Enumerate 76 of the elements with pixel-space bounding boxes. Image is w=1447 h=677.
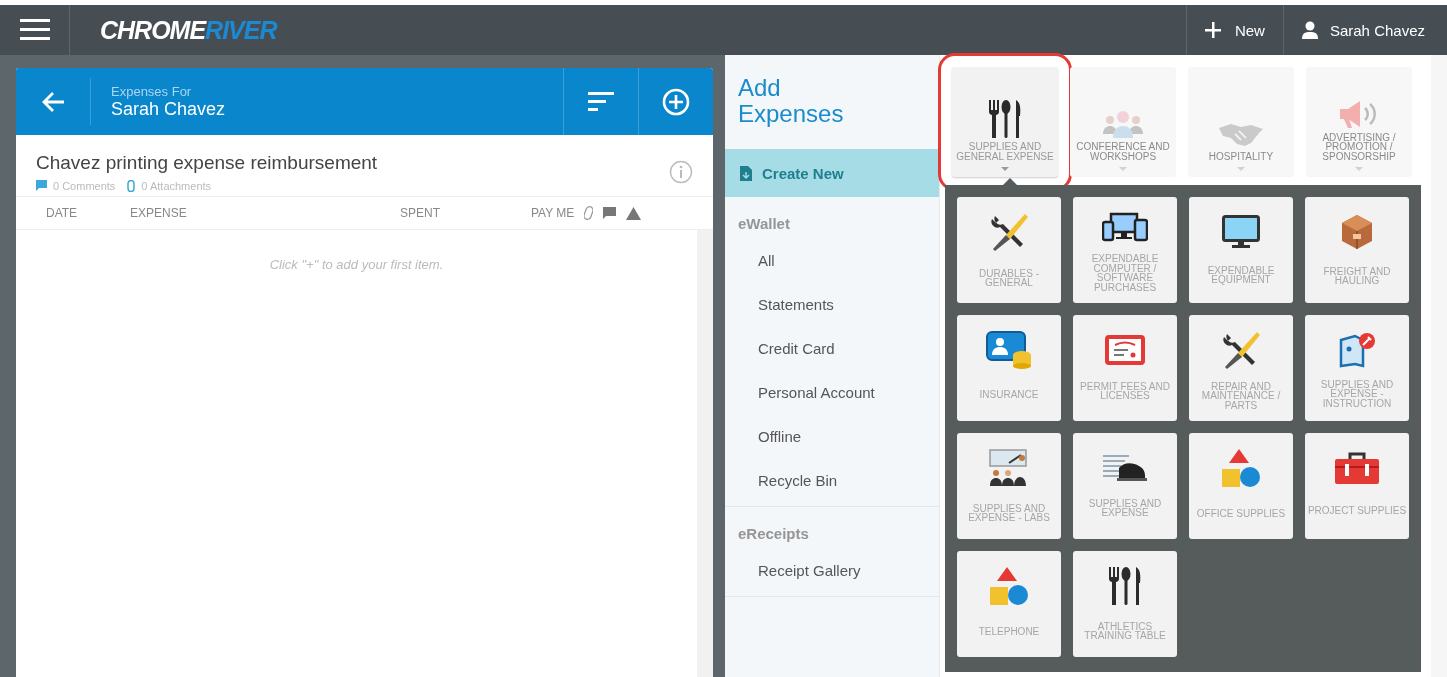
utensils-icon — [1107, 567, 1143, 605]
box-icon — [1340, 214, 1374, 250]
tools-icon — [989, 212, 1029, 252]
subcategory-tile[interactable]: INSURANCE — [957, 315, 1061, 421]
sidebar-item[interactable]: Recycle Bin — [725, 458, 939, 502]
warning-icon — [626, 206, 642, 220]
column-header: EXPENSE — [130, 206, 188, 220]
caret-icon — [1237, 167, 1245, 171]
stapler-icon — [1103, 454, 1147, 482]
classroom-icon — [989, 449, 1029, 487]
subcategory-tile[interactable]: DURABLES - GENERAL — [957, 197, 1061, 303]
section-label: eReceipts — [737, 525, 810, 544]
toolbox-icon — [1334, 451, 1380, 485]
plus-icon — [1204, 22, 1221, 38]
sidebar-item[interactable]: Statements — [725, 282, 939, 326]
back-arrow-icon — [41, 90, 65, 113]
category-tile[interactable]: HOSPITALITY — [1188, 67, 1294, 177]
sidebar-item[interactable]: Offline — [725, 414, 939, 458]
sidebar-item[interactable]: Credit Card — [725, 326, 939, 370]
sidebar-item[interactable]: All — [725, 238, 939, 282]
comments-count: 0 Comments — [53, 179, 116, 192]
monitor-icon — [1222, 215, 1260, 249]
caret-icon — [1119, 167, 1127, 171]
add-circle-icon — [662, 87, 690, 116]
empty-message: Click "+" to add your first item. — [269, 257, 444, 272]
scrollbar[interactable] — [697, 230, 713, 677]
utensils-icon — [987, 100, 1023, 138]
report-title: Chavez printing expense reimbursement — [36, 151, 378, 174]
id-card-coins-icon — [986, 331, 1032, 369]
sort-icon — [588, 91, 614, 112]
menu-icon — [19, 19, 50, 41]
handshake-icon — [1219, 121, 1263, 148]
user-icon — [1301, 21, 1318, 39]
subcategory-tile[interactable]: FREIGHT AND HAULING — [1305, 197, 1409, 303]
tools-icon — [1221, 329, 1261, 370]
subcategory-tile[interactable]: ATHLETICS TRAINING TABLE — [1073, 551, 1177, 657]
people-icon — [1103, 110, 1143, 138]
shapes-icon — [1221, 448, 1261, 488]
subcategory-tile[interactable]: SUPPLIES AND EXPENSE - LABS — [957, 433, 1061, 539]
certificate-icon — [1105, 335, 1145, 365]
subcategory-tile[interactable]: PROJECT SUPPLIES — [1305, 433, 1409, 539]
sidebar-item[interactable]: Personal Account — [725, 370, 939, 414]
sidebar-title: Add Expenses — [738, 75, 845, 128]
subcategory-tile[interactable]: EXPENDABLE COMPUTER / SOFTWARE PURCHASES — [1073, 197, 1177, 303]
logo: CHROMERIVER — [100, 15, 277, 45]
header-caption: Expenses For — [111, 83, 193, 99]
paperclip-icon — [127, 179, 136, 192]
column-header: SPENT — [400, 206, 441, 220]
category-tile[interactable]: CONFERENCE AND WORKSHOPS — [1070, 67, 1176, 177]
subcategory-tile[interactable]: TELEPHONE — [957, 551, 1061, 657]
devices-icon — [1102, 212, 1148, 242]
category-tile[interactable]: ADVERTISING / PROMOTION / SPONSORSHIP — [1306, 67, 1412, 177]
subcategory-tile[interactable]: REPAIR AND MAINTENANCE / PARTS — [1189, 315, 1293, 421]
subcategory-tile[interactable]: SUPPLIES AND EXPENSE - INSTRUCTION — [1305, 315, 1409, 421]
subcategory-tile[interactable]: PERMIT FEES AND LICENSES — [1073, 315, 1177, 421]
box-wrench-icon — [1339, 331, 1375, 368]
column-header: PAY ME — [531, 206, 575, 220]
column-header: DATE — [46, 206, 79, 220]
subcategory-tile[interactable]: OFFICE SUPPLIES — [1189, 433, 1293, 539]
user-menu-button[interactable]: Sarah Chavez — [1283, 5, 1447, 55]
paperclip-icon — [584, 206, 594, 220]
subcategory-tile[interactable]: SUPPLIES AND EXPENSE — [1073, 433, 1177, 539]
caret-icon — [1355, 167, 1363, 171]
attachments-count: 0 Attachments — [141, 179, 212, 192]
create-new-item[interactable]: Create New — [725, 149, 939, 197]
shapes-icon — [989, 566, 1029, 606]
document-icon — [740, 165, 752, 181]
comment-icon — [36, 180, 47, 191]
header-title: Sarah Chavez — [111, 98, 226, 120]
section-label: eWallet — [737, 215, 791, 234]
caret-icon — [1001, 167, 1009, 171]
sidebar-item[interactable]: Receipt Gallery — [725, 548, 939, 592]
subcategory-tile[interactable]: EXPENDABLE EQUIPMENT — [1189, 197, 1293, 303]
comment-icon — [603, 206, 617, 220]
scrollbar[interactable] — [1431, 55, 1447, 677]
category-tile[interactable]: SUPPLIES AND GENERAL EXPENSE — [952, 67, 1058, 177]
